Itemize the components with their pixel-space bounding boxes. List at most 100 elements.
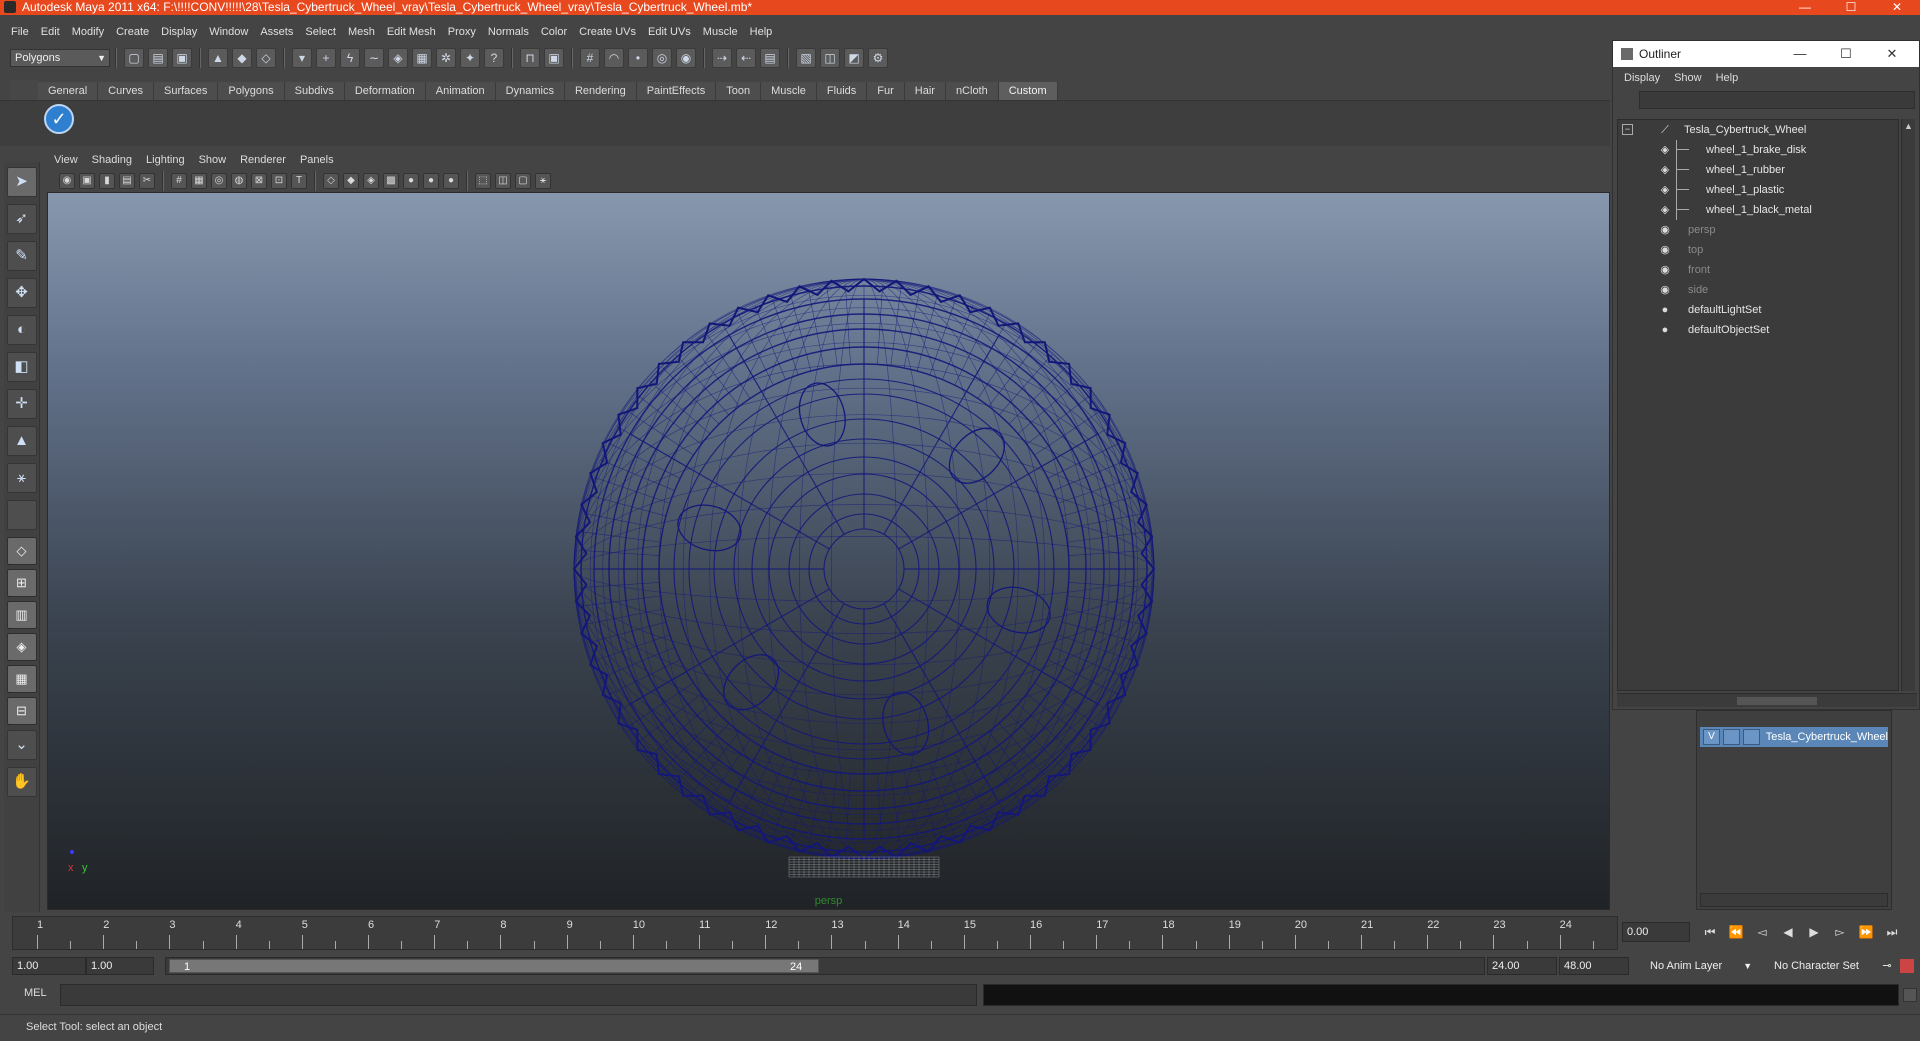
menu-assets[interactable]: Assets xyxy=(254,21,299,43)
snap-curve-icon[interactable]: ◠ xyxy=(604,48,624,68)
step-forward-key-icon[interactable]: ⏩ xyxy=(1853,922,1879,942)
shelf-tab-ncloth[interactable]: nCloth xyxy=(945,82,999,100)
step-back-frame-icon[interactable]: ◅ xyxy=(1749,922,1775,942)
outliner-item[interactable]: ◉ persp xyxy=(1618,220,1898,240)
outliner-filter-input[interactable] xyxy=(1639,91,1915,109)
outliner-menu-help[interactable]: Help xyxy=(1709,72,1746,84)
default-light-icon[interactable]: ● xyxy=(403,173,419,189)
select-tool-icon[interactable]: ➤ xyxy=(6,167,37,197)
hypershade-layout-icon[interactable]: ▦ xyxy=(6,665,37,693)
layer-color-swatch[interactable] xyxy=(1742,729,1760,745)
menu-color[interactable]: Color xyxy=(535,21,573,43)
menu-edit-uvs[interactable]: Edit UVs xyxy=(642,21,697,43)
shelf-tab-general[interactable]: General xyxy=(38,82,99,100)
render-view-icon[interactable]: ▧ xyxy=(796,48,816,68)
scrollbar-thumb[interactable] xyxy=(1737,697,1817,705)
shadows-icon[interactable]: ● xyxy=(443,173,459,189)
shelf-tab-muscle[interactable]: Muscle xyxy=(761,82,817,100)
viewport-menu-show[interactable]: Show xyxy=(192,154,234,166)
minimize-button[interactable]: — xyxy=(1782,0,1828,15)
wireframe-on-shaded-icon[interactable]: ◈ xyxy=(363,173,379,189)
select-joints-icon[interactable]: ϟ xyxy=(340,48,360,68)
open-scene-icon[interactable]: ▤ xyxy=(148,48,168,68)
input-ops-icon[interactable]: ⇢ xyxy=(712,48,732,68)
menu-set-select[interactable]: Polygons ▼ xyxy=(10,49,110,67)
outliner-item[interactable]: ◉ front xyxy=(1618,260,1898,280)
outliner-maximize-button[interactable]: ☐ xyxy=(1823,41,1869,67)
resolution-gate-icon[interactable]: ◎ xyxy=(211,173,227,189)
viewport-menu-panels[interactable]: Panels xyxy=(293,154,341,166)
snap-grid-icon[interactable]: # xyxy=(580,48,600,68)
new-scene-icon[interactable]: ▢ xyxy=(124,48,144,68)
outliner-menu-display[interactable]: Display xyxy=(1617,72,1667,84)
select-surfaces-icon[interactable]: ◈ xyxy=(388,48,408,68)
shelf-tab-subdivs[interactable]: Subdivs xyxy=(284,82,345,100)
layer-playback-toggle[interactable] xyxy=(1722,729,1740,745)
safe-action-icon[interactable]: ⊡ xyxy=(271,173,287,189)
outliner-persp-layout-icon[interactable]: ▥ xyxy=(6,601,37,629)
bookmark-icon[interactable]: ▮ xyxy=(99,173,115,189)
anim-layer-select[interactable]: No Anim Layer ▼ xyxy=(1650,957,1752,975)
shelf-tab-deformation[interactable]: Deformation xyxy=(344,82,426,100)
last-tool-icon[interactable] xyxy=(6,500,37,530)
select-dynamics-icon[interactable]: ✲ xyxy=(436,48,456,68)
auto-key-icon[interactable] xyxy=(1900,959,1914,973)
persp-graph-editor-layout-icon[interactable]: ⊟ xyxy=(6,697,37,725)
select-component-icon[interactable]: ◇ xyxy=(256,48,276,68)
2d-pan-icon[interactable]: ✂ xyxy=(139,173,155,189)
script-editor-icon[interactable] xyxy=(1903,988,1917,1002)
grid-icon[interactable]: # xyxy=(171,173,187,189)
isolate-select-icon[interactable]: ⬚ xyxy=(475,173,491,189)
outliner-horizontal-scrollbar[interactable] xyxy=(1617,693,1917,707)
shelf-tab-surfaces[interactable]: Surfaces xyxy=(153,82,219,100)
field-chart-icon[interactable]: ⊠ xyxy=(251,173,267,189)
construction-history-icon[interactable]: ▤ xyxy=(760,48,780,68)
perspective-viewport[interactable]: x y persp xyxy=(47,192,1610,910)
outliner-item[interactable]: ◉ top xyxy=(1618,240,1898,260)
outliner-item[interactable]: ◈ wheel_1_black_metal xyxy=(1618,200,1898,220)
display-layer-row[interactable]: V Tesla_Cybertruck_Wheel xyxy=(1700,727,1888,747)
select-misc-icon[interactable]: ? xyxy=(484,48,504,68)
outliner-item[interactable]: ● defaultObjectSet xyxy=(1618,320,1898,340)
output-ops-icon[interactable]: ⇠ xyxy=(736,48,756,68)
persp-graph-layout-icon[interactable]: ◈ xyxy=(6,633,37,661)
outliner-minimize-button[interactable]: — xyxy=(1777,41,1823,67)
outliner-vertical-scrollbar[interactable]: ▲ xyxy=(1901,119,1915,691)
menu-proxy[interactable]: Proxy xyxy=(442,21,482,43)
outliner-item[interactable]: ⟋ Tesla_Cybertruck_Wheel xyxy=(1618,120,1898,140)
time-slider[interactable]: 1 2 3 4 5 6 7 8 9 10 11 12 13 14 15 16 17 18 19 20 21 22 23 24 xyxy=(12,916,1618,950)
save-scene-icon[interactable]: ▣ xyxy=(172,48,192,68)
menu-file[interactable]: File xyxy=(5,21,35,43)
shelf-tab-dynamics[interactable]: Dynamics xyxy=(495,82,565,100)
xray-joints-icon[interactable]: ⚹ xyxy=(535,173,551,189)
layer-visibility-toggle[interactable]: V xyxy=(1703,729,1720,745)
quick-layout-icon[interactable]: ✋ xyxy=(6,767,37,797)
menu-help[interactable]: Help xyxy=(744,21,779,43)
lasso-tool-icon[interactable]: ➶ xyxy=(6,204,37,234)
outliner-item[interactable]: ◈ wheel_1_plastic xyxy=(1618,180,1898,200)
expand-layouts-icon[interactable]: ⌄ xyxy=(6,730,37,760)
key-icon[interactable]: ⊸ xyxy=(1880,957,1894,975)
paint-select-tool-icon[interactable]: ✎ xyxy=(6,241,37,271)
select-handles-icon[interactable]: + xyxy=(316,48,336,68)
soft-modification-icon[interactable]: ▲ xyxy=(6,426,37,456)
play-forwards-icon[interactable]: ▶ xyxy=(1801,922,1827,942)
shelf-tab-curves[interactable]: Curves xyxy=(98,82,154,100)
range-slider[interactable]: 1 24 xyxy=(165,957,1485,975)
menu-modify[interactable]: Modify xyxy=(66,21,110,43)
shelf-tab-hair[interactable]: Hair xyxy=(904,82,946,100)
textured-icon[interactable]: ▩ xyxy=(383,173,399,189)
gate-mask-icon[interactable]: ◍ xyxy=(231,173,247,189)
animation-start-field[interactable]: 1.00 xyxy=(12,957,86,975)
rotate-tool-icon[interactable]: ◐ xyxy=(6,315,37,345)
xray-icon[interactable]: ◫ xyxy=(495,173,511,189)
outliner-item[interactable]: ◈ wheel_1_rubber xyxy=(1618,160,1898,180)
four-view-layout-icon[interactable]: ⊞ xyxy=(6,569,37,597)
shelf-tab-animation[interactable]: Animation xyxy=(425,82,496,100)
shelf-tab-painteffects[interactable]: PaintEffects xyxy=(636,82,717,100)
menu-normals[interactable]: Normals xyxy=(482,21,535,43)
menu-create-uvs[interactable]: Create UVs xyxy=(573,21,642,43)
select-object-icon[interactable]: ◆ xyxy=(232,48,252,68)
scroll-up-icon[interactable]: ▲ xyxy=(1902,119,1915,133)
viewport-menu-lighting[interactable]: Lighting xyxy=(139,154,192,166)
